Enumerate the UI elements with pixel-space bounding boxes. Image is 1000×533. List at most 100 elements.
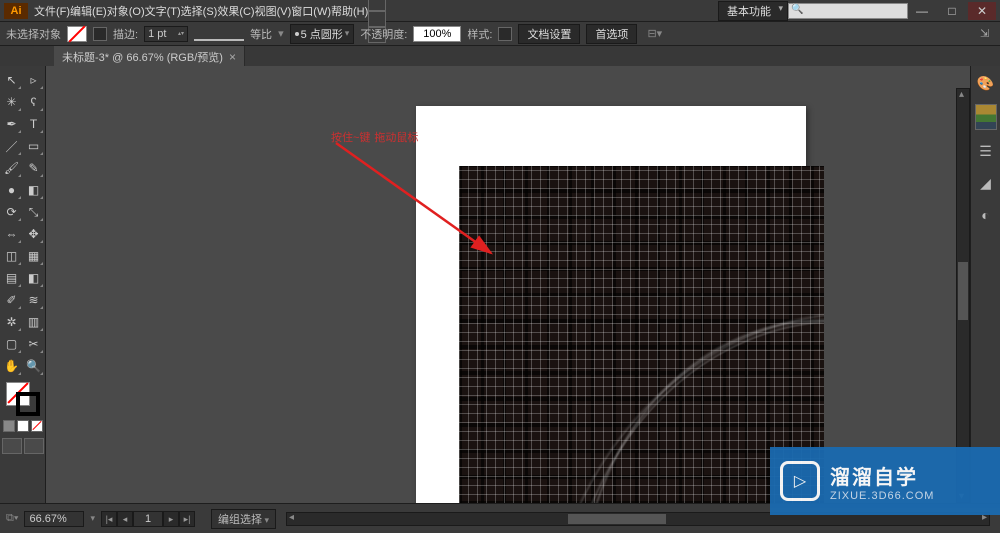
control-bar: 未选择对象 描边: 1 pt ▴▾ 等比 ▾ 5 点圆形 ▾ 不透明度: 100… — [0, 22, 1000, 46]
stroke-swatch-box[interactable] — [16, 392, 40, 416]
line-tool[interactable]: ／ — [2, 136, 22, 156]
artboard-number-field[interactable]: 1 — [133, 511, 163, 527]
layout-icon-3[interactable] — [368, 11, 386, 27]
magic-wand-tool[interactable]: ✳ — [2, 92, 22, 112]
panel-brushes-icon[interactable]: ◢ — [975, 172, 997, 194]
blend-tool[interactable]: ≋ — [24, 290, 44, 310]
blob-brush-tool[interactable]: ● — [2, 180, 22, 200]
toolbox: ↖▹✳ʕ✒T／▭🖌✎●◧⟳⤡⇔✥◫▦▤◧✐≋✲▥▢✂✋🔍 — [0, 66, 46, 503]
pen-tool[interactable]: ✒ — [2, 114, 22, 134]
zoom-field[interactable]: 66.67% — [24, 511, 84, 527]
right-panel-dock: 🎨 ☰ ◢ ◐ — [970, 66, 1000, 503]
collapse-control-icon[interactable]: ⇲ — [980, 27, 994, 40]
minimize-button[interactable]: — — [908, 2, 936, 20]
style-label: 样式: — [467, 26, 492, 42]
zoom-tool[interactable]: 🔍 — [24, 356, 44, 376]
artboard-prev-button[interactable]: ◂ — [117, 511, 133, 527]
fill-stroke-control[interactable] — [6, 382, 40, 416]
close-button[interactable]: ✕ — [968, 2, 996, 20]
panel-color-icon[interactable]: 🎨 — [975, 72, 997, 94]
artboard-first-button[interactable]: |◂ — [101, 511, 117, 527]
type-tool[interactable]: T — [24, 114, 44, 134]
align-icon[interactable]: ⊟▾ — [647, 27, 662, 40]
pencil-tool[interactable]: ✎ — [24, 158, 44, 178]
screen-mode-full-icon[interactable] — [24, 438, 44, 454]
panel-swatches-icon[interactable] — [975, 104, 997, 130]
paintbrush-tool[interactable]: 🖌 — [2, 158, 22, 178]
gradient-tool[interactable]: ◧ — [24, 268, 44, 288]
shape-builder-tool[interactable]: ◫ — [2, 246, 22, 266]
document-setup-button[interactable]: 文档设置 — [518, 24, 580, 44]
hand-tool[interactable]: ✋ — [2, 356, 22, 376]
stroke-profile[interactable] — [194, 27, 244, 41]
vertical-scrollbar[interactable] — [956, 88, 970, 503]
document-tab-bar: 未标题-3* @ 66.67% (RGB/预览) × — [0, 46, 1000, 68]
search-input[interactable] — [788, 3, 908, 19]
selection-tool-label[interactable]: 编组选择 — [211, 509, 276, 529]
color-mode-none[interactable] — [31, 420, 43, 432]
color-mode-normal[interactable] — [3, 420, 15, 432]
document-tab-label: 未标题-3* @ 66.67% (RGB/预览) — [62, 49, 223, 65]
mesh-tool[interactable]: ▤ — [2, 268, 22, 288]
close-tab-icon[interactable]: × — [229, 50, 236, 64]
screen-mode-row — [2, 438, 44, 454]
workspace-switcher[interactable]: 基本功能 — [718, 1, 788, 21]
menu-select[interactable]: 选择(S) — [181, 3, 218, 19]
artboard-last-button[interactable]: ▸| — [179, 511, 195, 527]
menu-object[interactable]: 对象(O) — [107, 3, 145, 19]
lasso-tool[interactable]: ʕ — [24, 92, 44, 112]
menu-view[interactable]: 视图(V) — [255, 3, 292, 19]
app-logo: Ai — [4, 3, 28, 19]
menu-file[interactable]: 文件(F) — [34, 3, 70, 19]
panel-symbols-icon[interactable]: ◐ — [975, 204, 997, 226]
column-graph-tool[interactable]: ▥ — [24, 312, 44, 332]
zoom-dropdown-icon[interactable]: ▾ — [90, 513, 95, 524]
rotate-tool[interactable]: ⟳ — [2, 202, 22, 222]
menu-type[interactable]: 文字(T) — [145, 3, 181, 19]
artboard-next-button[interactable]: ▸ — [163, 511, 179, 527]
eraser-tool[interactable]: ◧ — [24, 180, 44, 200]
stroke-label: 描边: — [113, 26, 138, 42]
eyedropper-tool[interactable]: ✐ — [2, 290, 22, 310]
dock-icon[interactable]: ⧉▾ — [6, 512, 18, 525]
free-transform-tool[interactable]: ✥ — [24, 224, 44, 244]
brush-selector[interactable]: 5 点圆形 ▾ — [290, 24, 355, 44]
menu-effect[interactable]: 效果(C) — [217, 3, 254, 19]
stroke-swatch[interactable] — [93, 27, 107, 41]
document-tab[interactable]: 未标题-3* @ 66.67% (RGB/预览) × — [54, 46, 245, 67]
direct-selection-tool[interactable]: ▹ — [24, 70, 44, 90]
perspective-tool[interactable]: ▦ — [24, 246, 44, 266]
color-mode-gradient[interactable] — [17, 420, 29, 432]
scale-tool[interactable]: ⤡ — [24, 202, 44, 222]
fill-swatch-none[interactable] — [67, 26, 87, 42]
menu-window[interactable]: 窗口(W) — [291, 3, 331, 19]
menubar-row: Ai 文件(F) 编辑(E) 对象(O) 文字(T) 选择(S) 效果(C) 视… — [0, 0, 1000, 22]
stroke-weight-input[interactable]: 1 pt ▴▾ — [144, 26, 188, 42]
selection-tool[interactable]: ↖ — [2, 70, 22, 90]
hscroll-thumb[interactable] — [568, 514, 666, 524]
screen-mode-normal-icon[interactable] — [2, 438, 22, 454]
opacity-label: 不透明度: — [360, 26, 407, 42]
symbol-sprayer-tool[interactable]: ✲ — [2, 312, 22, 332]
maximize-button[interactable]: □ — [938, 2, 966, 20]
style-swatch[interactable] — [498, 27, 512, 41]
stepper-icon[interactable]: ▴▾ — [178, 31, 184, 37]
preferences-button[interactable]: 首选项 — [586, 24, 637, 44]
slice-tool[interactable]: ✂ — [24, 334, 44, 354]
canvas: 按住~键 拖动鼠标 — [46, 66, 970, 503]
rectangle-tool[interactable]: ▭ — [24, 136, 44, 156]
selection-status: 未选择对象 — [6, 26, 61, 42]
vscroll-thumb[interactable] — [958, 262, 968, 320]
menu-edit[interactable]: 编辑(E) — [70, 3, 107, 19]
layout-icon-2[interactable] — [368, 0, 386, 11]
menu-help[interactable]: 帮助(H) — [331, 3, 368, 19]
main-area: ↖▹✳ʕ✒T／▭🖌✎●◧⟳⤡⇔✥◫▦▤◧✐≋✲▥▢✂✋🔍 按住~键 拖动鼠标 — [0, 66, 1000, 503]
panel-stroke-icon[interactable]: ☰ — [975, 140, 997, 162]
opacity-input[interactable]: 100% — [413, 26, 461, 42]
brush-dot-icon — [295, 32, 299, 36]
watermark-title: 溜溜自学 — [830, 461, 934, 490]
artboard-nav: |◂ ◂ 1 ▸ ▸| — [101, 511, 195, 527]
stroke-weight-value: 1 pt — [148, 28, 166, 40]
width-tool[interactable]: ⇔ — [2, 224, 22, 244]
artboard-tool[interactable]: ▢ — [2, 334, 22, 354]
